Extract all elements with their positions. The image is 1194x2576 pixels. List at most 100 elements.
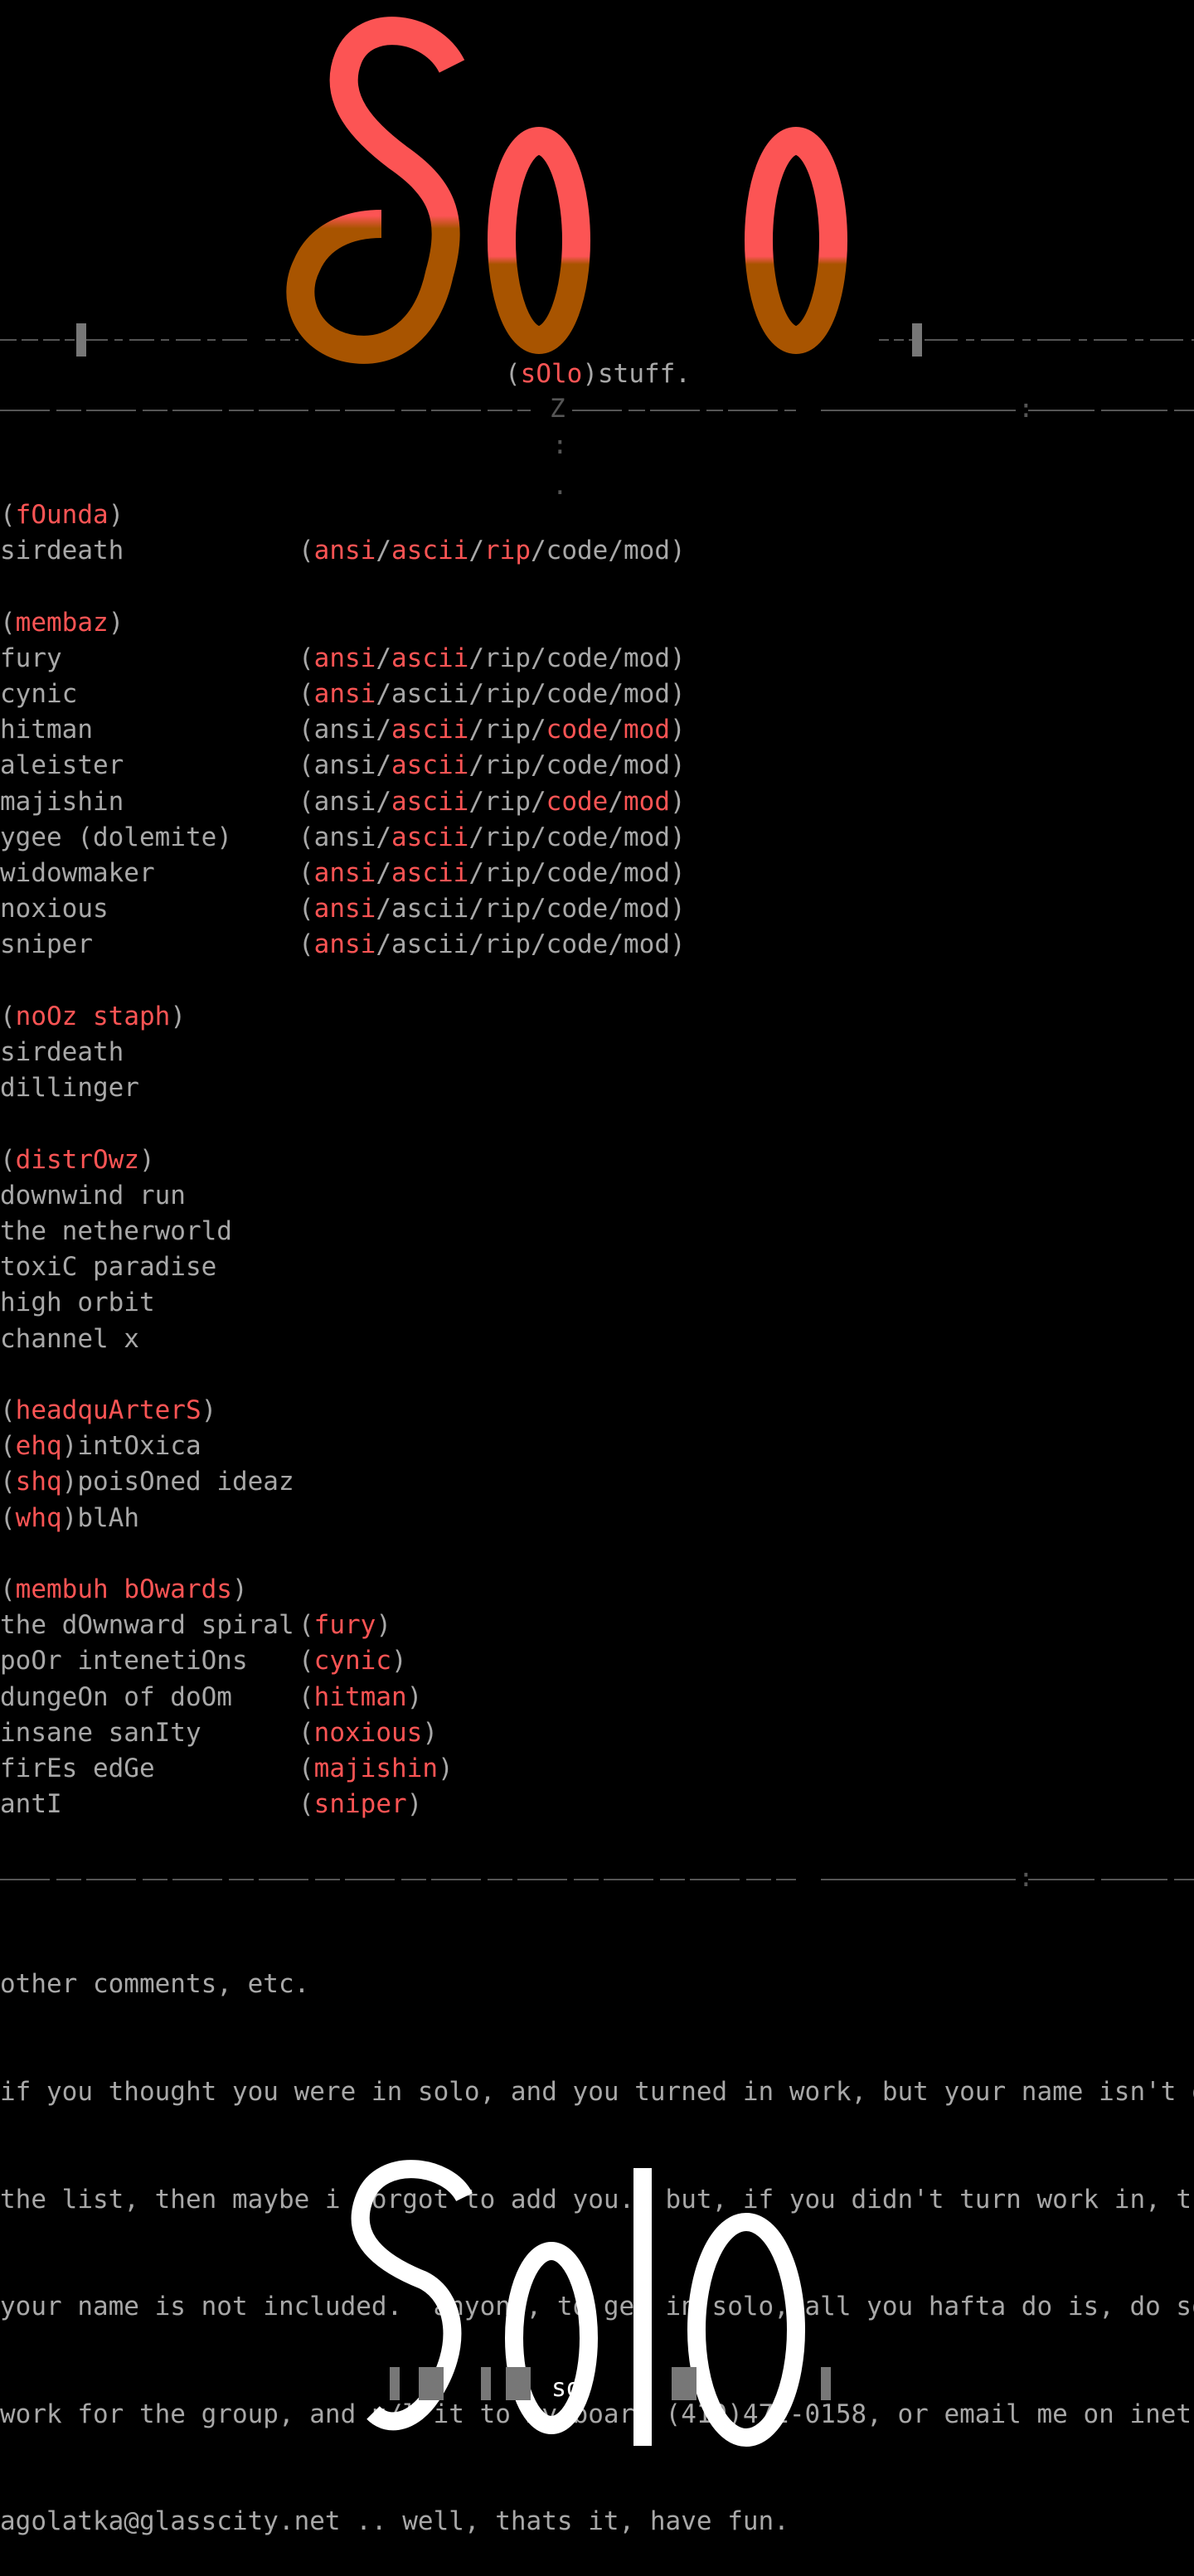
board-name: insane sanIty xyxy=(0,1717,201,1748)
solo-logo xyxy=(0,17,1194,364)
member-name: hitman xyxy=(0,715,93,745)
slash: / xyxy=(608,786,624,817)
paren: ) xyxy=(670,715,686,745)
member-roles: (ansi/ascii/rip/code/mod) xyxy=(298,891,686,927)
member-row: noxious (ansi/ascii/rip/code/mod) xyxy=(0,891,1194,927)
slash: / xyxy=(468,929,484,960)
slash: / xyxy=(608,643,624,673)
comments-title: other comments, etc. xyxy=(0,1969,310,2000)
role-mod: mod xyxy=(624,536,670,566)
role-ascii: ascii xyxy=(391,715,469,745)
slash: / xyxy=(531,643,546,673)
paren: ) xyxy=(670,786,686,817)
slash: / xyxy=(468,894,484,924)
paren: ( xyxy=(298,1789,314,1820)
member-name: sirdeath xyxy=(0,536,124,566)
staff-row: sirdeath xyxy=(0,1035,1194,1070)
role-ansi: ansi xyxy=(313,679,376,709)
role-rip: rip xyxy=(484,929,531,960)
slash: / xyxy=(531,858,546,888)
role-ansi: ansi xyxy=(313,715,376,745)
slash: / xyxy=(468,643,484,673)
comment-line: agolatka@glasscity.net .. well, thats it… xyxy=(0,2506,789,2537)
role-ansi: ansi xyxy=(313,858,376,888)
board-name: dungeOn of doOm xyxy=(0,1681,232,1712)
paren: ( xyxy=(0,1502,16,1533)
member-row: majishin (ansi/ascii/rip/code/mod) xyxy=(0,784,1194,820)
slash: / xyxy=(608,858,624,888)
role-ascii: ascii xyxy=(391,929,469,960)
member-row: widowmaker (ansi/ascii/rip/code/mod) xyxy=(0,856,1194,891)
slash: / xyxy=(608,715,624,745)
board-row: dungeOn of doOm (hitman) xyxy=(0,1680,1194,1715)
hq-tag: whq xyxy=(15,1502,62,1533)
member-roles: (ansi/ascii/rip/code/mod) xyxy=(298,927,686,963)
paren: ( xyxy=(298,715,314,745)
paren: ( xyxy=(0,1144,16,1175)
board-owner: (hitman) xyxy=(298,1680,422,1715)
hq-row: (ehq)intOxica xyxy=(0,1429,1194,1464)
board-owner: (sniper) xyxy=(298,1787,422,1822)
member-roles: (ansi/ascii/rip/code/mod) xyxy=(298,677,686,712)
signature: sd xyxy=(551,2374,581,2403)
paren: ) xyxy=(670,894,686,924)
slash: / xyxy=(468,750,484,781)
role-rip: rip xyxy=(484,536,531,566)
hq-name: intOxica xyxy=(77,1431,201,1462)
slash: / xyxy=(468,822,484,852)
role-rip: rip xyxy=(484,822,531,852)
slash: / xyxy=(468,858,484,888)
slash: / xyxy=(531,822,546,852)
role-mod: mod xyxy=(624,750,670,781)
section-label-text: noOz staph xyxy=(15,1001,171,1031)
paren: ( xyxy=(298,1717,314,1748)
divider-bottom xyxy=(0,1879,1194,1880)
board-owner: (fury) xyxy=(298,1608,391,1643)
paren: ( xyxy=(298,536,314,566)
distro-row: channel x xyxy=(0,1322,1194,1357)
paren: ( xyxy=(298,1681,314,1712)
member-roles: (ansi/ascii/rip/code/mod) xyxy=(298,712,686,748)
board-owner: (noxious) xyxy=(298,1715,438,1751)
role-mod: mod xyxy=(624,643,670,673)
role-mod: mod xyxy=(624,786,670,817)
paren: ( xyxy=(0,1467,16,1497)
paren: ) xyxy=(670,858,686,888)
slash: / xyxy=(376,715,391,745)
distro-row: downwind run xyxy=(0,1178,1194,1214)
slash: / xyxy=(608,929,624,960)
section-membaz: (membaz) xyxy=(0,605,1194,641)
distro-row: the netherworld xyxy=(0,1214,1194,1249)
paren: ) xyxy=(670,750,686,781)
slash: / xyxy=(468,679,484,709)
paren: ( xyxy=(0,1001,16,1031)
role-ansi: ansi xyxy=(313,822,376,852)
divider-top xyxy=(0,410,1194,411)
slash: / xyxy=(531,894,546,924)
comment-line: if you thought you were in solo, and you… xyxy=(0,2077,1194,2107)
role-code: code xyxy=(546,679,609,709)
paren: ) xyxy=(437,1754,454,1783)
paren: ( xyxy=(0,500,16,530)
paren: ) xyxy=(670,536,686,566)
section-label-text: headquArterS xyxy=(15,1395,201,1425)
member-row: sniper (ansi/ascii/rip/code/mod) xyxy=(0,927,1194,963)
role-rip: rip xyxy=(484,858,531,888)
slash: / xyxy=(531,786,546,817)
slash: / xyxy=(608,750,624,781)
staff-name: dillinger xyxy=(0,1073,139,1104)
role-code: code xyxy=(546,750,609,781)
member-roles: (ansi/ascii/rip/code/mod) xyxy=(298,856,686,891)
member-name: ygee (dolemite) xyxy=(0,822,232,852)
slash: / xyxy=(376,822,391,852)
tagline: (sOlo)stuff. xyxy=(505,359,691,389)
role-ascii: ascii xyxy=(391,894,469,924)
board-row: firEs edGe (majishin) xyxy=(0,1751,1194,1787)
member-name: sniper xyxy=(0,929,93,960)
board-row: poOr intenetiOns (cynic) xyxy=(0,1643,1194,1679)
member-name: widowmaker xyxy=(0,858,155,888)
hq-row: (shq)poisOned ideaz xyxy=(0,1464,1194,1500)
member-name: majishin xyxy=(0,786,124,817)
paren: ) xyxy=(670,643,686,673)
paren: ) xyxy=(406,1789,423,1820)
